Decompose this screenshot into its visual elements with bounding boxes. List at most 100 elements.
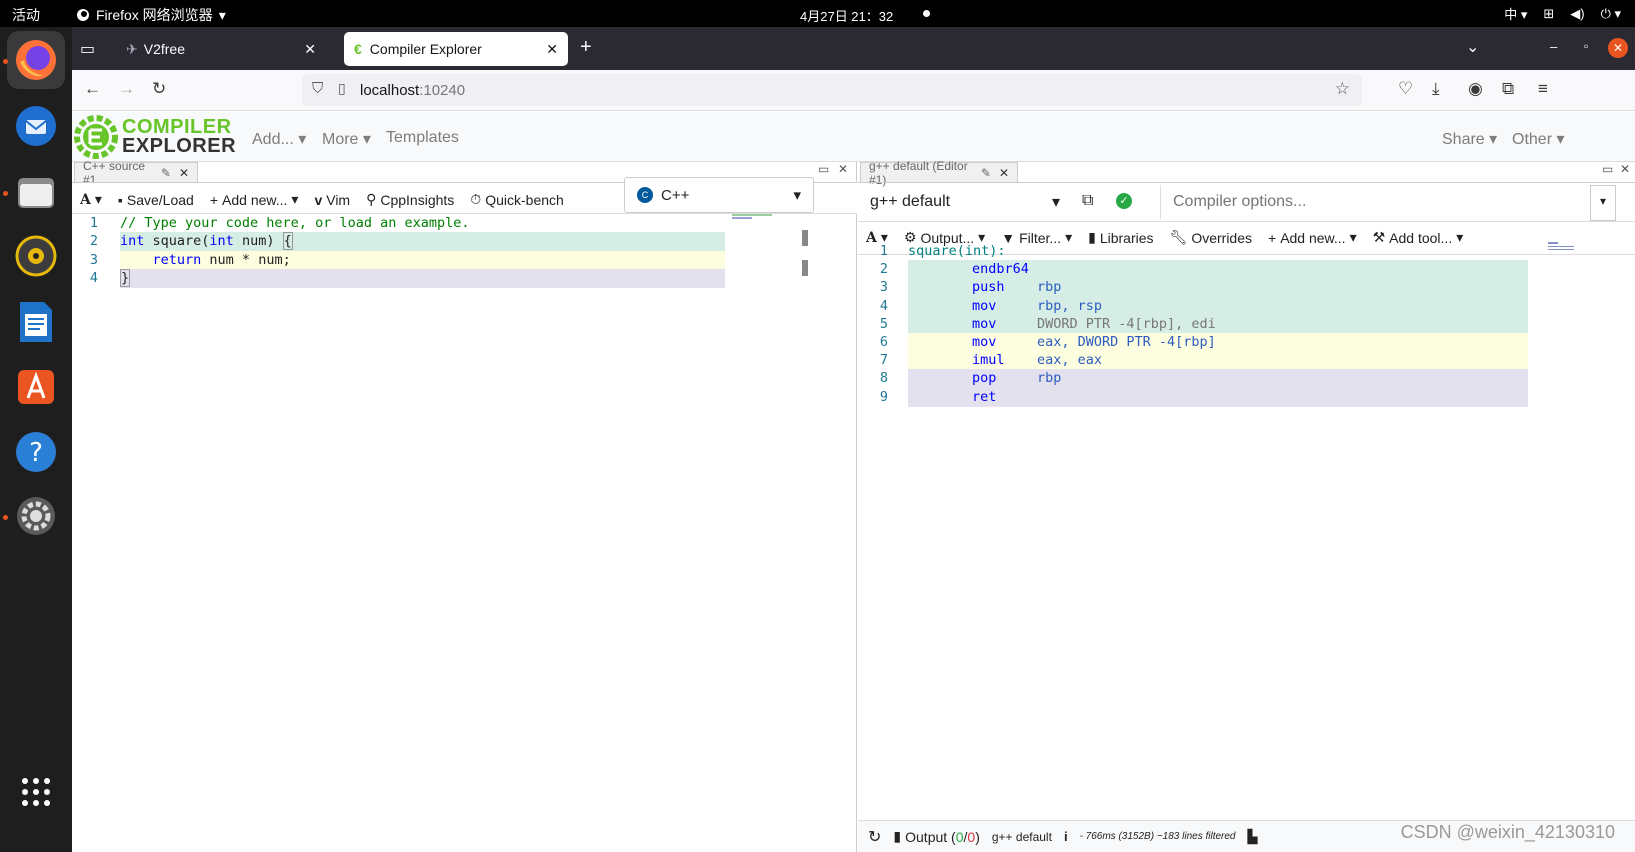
dock-rhythmbox[interactable]	[7, 227, 65, 285]
popout-icon[interactable]: ⧉	[1082, 192, 1093, 210]
chart-icon[interactable]: ▙	[1247, 829, 1257, 845]
scrollbar-thumb[interactable]	[802, 230, 808, 246]
app-store-icon	[18, 370, 54, 404]
templates-menu[interactable]: Templates	[386, 129, 459, 147]
font-size-button[interactable]: A ▾	[80, 191, 102, 208]
source-editor[interactable]: 1 2 3 4 // Type your code here, or load …	[72, 214, 857, 852]
dock-show-apps[interactable]	[7, 763, 65, 821]
firefox-icon	[16, 40, 56, 80]
close-pane-icon[interactable]: ✕	[838, 162, 848, 176]
running-indicator	[3, 59, 8, 64]
url-bar[interactable]: ⛉ ▯ localhost:10240 ☆	[302, 74, 1362, 106]
url-host: localhost	[360, 81, 420, 99]
hamburger-menu-icon[interactable]: ≡	[1538, 79, 1548, 99]
reload-icon[interactable]: ↻	[152, 79, 166, 99]
cppinsights-button[interactable]: ⚲ CppInsights	[366, 191, 454, 208]
code-line: }	[120, 269, 725, 288]
tab-v2free[interactable]: ✈ V2free ✕	[116, 32, 326, 66]
minimap[interactable]	[1548, 242, 1578, 256]
dock-thunderbird[interactable]	[7, 97, 65, 155]
asm-line: mov DWORD PTR -4[rbp], edi	[908, 315, 1528, 334]
input-method-indicator[interactable]: 中 ▾	[1504, 4, 1527, 23]
ce-favicon-icon: €	[354, 41, 362, 57]
download-icon[interactable]: ⤓	[1432, 79, 1440, 99]
line-number: 7	[879, 352, 888, 368]
output-button[interactable]: ▮ Output (0/0)	[893, 828, 979, 845]
new-tab-button[interactable]: +	[580, 36, 592, 59]
network-icon: ⊞	[1543, 5, 1555, 21]
dock-app-center[interactable]	[7, 357, 65, 415]
other-menu[interactable]: Other ▾	[1512, 129, 1565, 149]
list-tabs-icon[interactable]: ⌄	[1466, 37, 1479, 57]
activities-button[interactable]: 活动	[12, 5, 40, 25]
asm-output[interactable]: 1 2 3 4 5 6 7 8 9 square(int): endbr64 p…	[858, 242, 1635, 802]
svg-text:?: ?	[29, 438, 43, 468]
asm-line: push rbp	[908, 278, 1528, 297]
account-icon[interactable]: ◉	[1468, 79, 1483, 99]
pocket-icon[interactable]: ♡	[1398, 79, 1413, 99]
compiler-options-input[interactable]	[1160, 185, 1590, 219]
chevron-down-icon: ▾	[793, 187, 801, 204]
tab-compiler-explorer[interactable]: € Compiler Explorer ✕	[344, 32, 568, 66]
close-icon[interactable]: ✕	[546, 41, 558, 58]
running-indicator	[3, 515, 8, 520]
asm-line: ret	[908, 388, 1528, 407]
dock-help[interactable]: ?	[7, 423, 65, 481]
shield-icon[interactable]: ⛉	[312, 80, 323, 97]
close-icon[interactable]: ✕	[999, 166, 1009, 180]
minimize-button[interactable]: –	[1550, 39, 1557, 54]
forward-icon[interactable]: →	[118, 79, 135, 99]
quickbench-button[interactable]: ⏱ Quick-bench	[470, 191, 564, 208]
pencil-icon[interactable]: ✎	[981, 166, 991, 180]
save-icon: ▪	[117, 191, 123, 208]
close-icon[interactable]: ✕	[304, 41, 316, 58]
ce-logo[interactable]: COMPILER EXPLORER	[74, 115, 236, 159]
recompile-icon[interactable]: ↻	[868, 827, 881, 847]
compiler-select[interactable]: g++ default ▾	[862, 185, 1066, 219]
options-dropdown-button[interactable]: ▾	[1590, 185, 1616, 221]
tab-label: V2free	[143, 41, 185, 57]
dock-firefox[interactable]	[7, 31, 65, 89]
browser-nav-bar: ← → ↻ ⛉ ▯ localhost:10240 ☆ ♡ ⤓ ◉ ⧉ ≡	[72, 70, 1635, 111]
source-pane: C++ source #1 ✎ ✕ ▭ ✕ A ▾ ▪ Save/Load + Ad…	[72, 159, 857, 852]
share-menu[interactable]: Share ▾	[1442, 129, 1497, 149]
line-number: 5	[879, 316, 888, 332]
page-icon[interactable]: ▯	[338, 80, 346, 97]
bookmark-star-icon[interactable]: ☆	[1335, 79, 1350, 99]
dock-writer[interactable]	[7, 293, 65, 351]
browser-tab-bar: ▭ ✈ V2free ✕ € Compiler Explorer ✕ + ⌄ –…	[72, 27, 1635, 70]
add-new-button[interactable]: + Add new... ▾	[210, 191, 299, 208]
back-icon[interactable]: ←	[84, 79, 101, 99]
stopwatch-icon: ⏱	[470, 191, 482, 207]
firefox-view-icon[interactable]: ▭	[80, 39, 95, 59]
app-grid-icon	[22, 778, 50, 806]
clock[interactable]: 4月27日 21：32	[800, 6, 893, 25]
tab-source[interactable]: C++ source #1 ✎ ✕	[74, 159, 198, 187]
source-toolbar: A ▾ ▪ Save/Load + Add new... ▾ v Vim ⚲ CppIn…	[72, 177, 857, 214]
close-pane-icon[interactable]: ✕	[1620, 162, 1630, 176]
scrollbar-thumb[interactable]	[802, 260, 808, 276]
more-menu[interactable]: More ▾	[322, 129, 371, 149]
window-close-button[interactable]: ✕	[1608, 38, 1628, 58]
minimap[interactable]	[732, 214, 776, 222]
add-menu[interactable]: Add... ▾	[252, 129, 306, 149]
dock-settings[interactable]	[7, 487, 65, 545]
system-tray[interactable]: 中 ▾ ⊞ ◀) ⏻ ▾	[1504, 4, 1621, 23]
line-number: 1	[89, 215, 98, 231]
pencil-icon[interactable]: ✎	[161, 166, 171, 180]
app-menu[interactable]: Firefox 网络浏览器 ▾	[76, 5, 226, 25]
tab-compiler[interactable]: g++ default (Editor #1) ✎ ✕	[860, 159, 1018, 187]
compile-status-icon[interactable]: ✓	[1116, 193, 1132, 209]
vim-button[interactable]: v Vim	[314, 192, 350, 208]
maximize-pane-icon[interactable]: ▭	[818, 162, 829, 176]
close-icon[interactable]: ✕	[179, 166, 189, 180]
info-icon[interactable]: i	[1064, 829, 1068, 844]
asm-line: endbr64	[908, 260, 1528, 279]
maximize-button[interactable]: ▫	[1584, 39, 1588, 53]
save-load-button[interactable]: ▪ Save/Load	[118, 192, 194, 208]
language-select[interactable]: C C++ ▾	[624, 177, 814, 213]
volume-icon: ◀)	[1570, 5, 1585, 21]
maximize-pane-icon[interactable]: ▭	[1602, 162, 1613, 176]
extensions-icon[interactable]: ⧉	[1502, 79, 1514, 99]
dock-files[interactable]	[7, 163, 65, 221]
